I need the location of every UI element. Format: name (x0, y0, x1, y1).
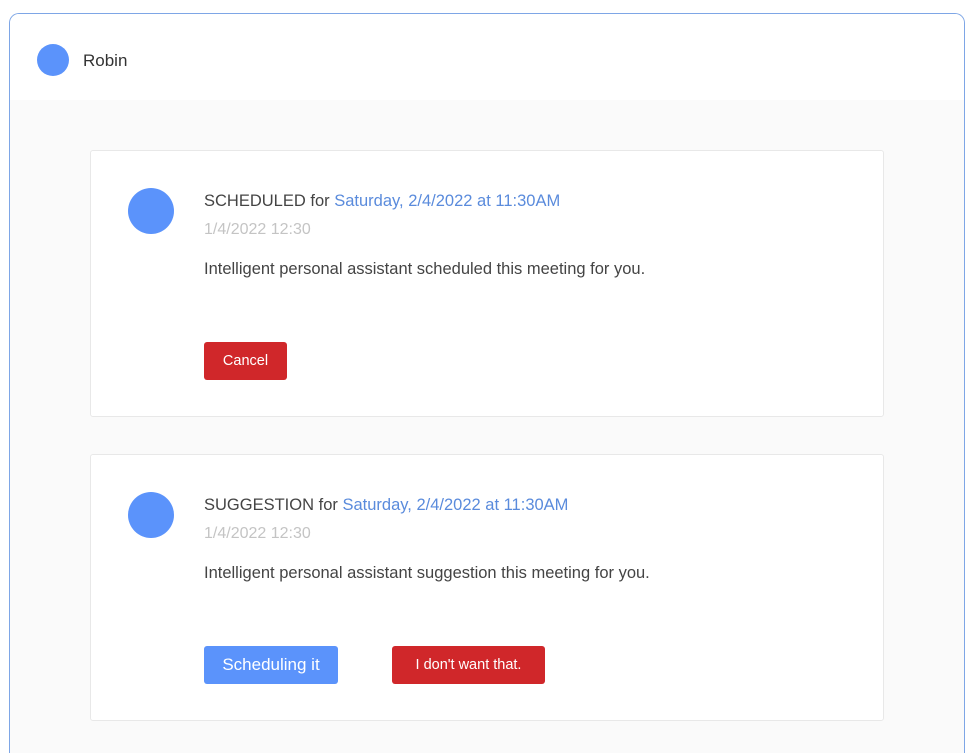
schedule-it-button[interactable]: Scheduling it (204, 646, 338, 684)
user-name: Robin (83, 51, 128, 70)
for-text: for (318, 496, 338, 514)
card-message: Intelligent personal assistant scheduled… (204, 260, 646, 278)
avatar[interactable] (37, 44, 69, 76)
meeting-date-link[interactable]: Saturday, 2/4/2022 at 11:30AM (334, 192, 560, 210)
decline-button[interactable]: I don't want that. (392, 646, 545, 684)
cancel-button[interactable]: Cancel (204, 342, 287, 380)
scheduled-meeting-card: SCHEDULED for Saturday, 2/4/2022 at 11:3… (90, 150, 884, 417)
status-label: SUGGESTION (204, 496, 315, 514)
suggested-meeting-card: SUGGESTION for Saturday, 2/4/2022 at 11:… (90, 454, 884, 721)
assistant-avatar (128, 492, 174, 538)
conversation-header: Robin (10, 14, 964, 100)
for-text: for (310, 192, 330, 210)
card-message: Intelligent personal assistant suggestio… (204, 564, 650, 582)
conversation-panel: Robin SCHEDULED for Saturday, 2/4/2022 a… (9, 13, 965, 753)
status-label: SCHEDULED (204, 192, 306, 210)
assistant-avatar (128, 188, 174, 234)
card-title: SUGGESTION for Saturday, 2/4/2022 at 11:… (204, 496, 568, 515)
timestamp: 1/4/2022 12:30 (204, 525, 311, 542)
card-title: SCHEDULED for Saturday, 2/4/2022 at 11:3… (204, 192, 560, 211)
timestamp: 1/4/2022 12:30 (204, 221, 311, 238)
meeting-date-link[interactable]: Saturday, 2/4/2022 at 11:30AM (342, 496, 568, 514)
